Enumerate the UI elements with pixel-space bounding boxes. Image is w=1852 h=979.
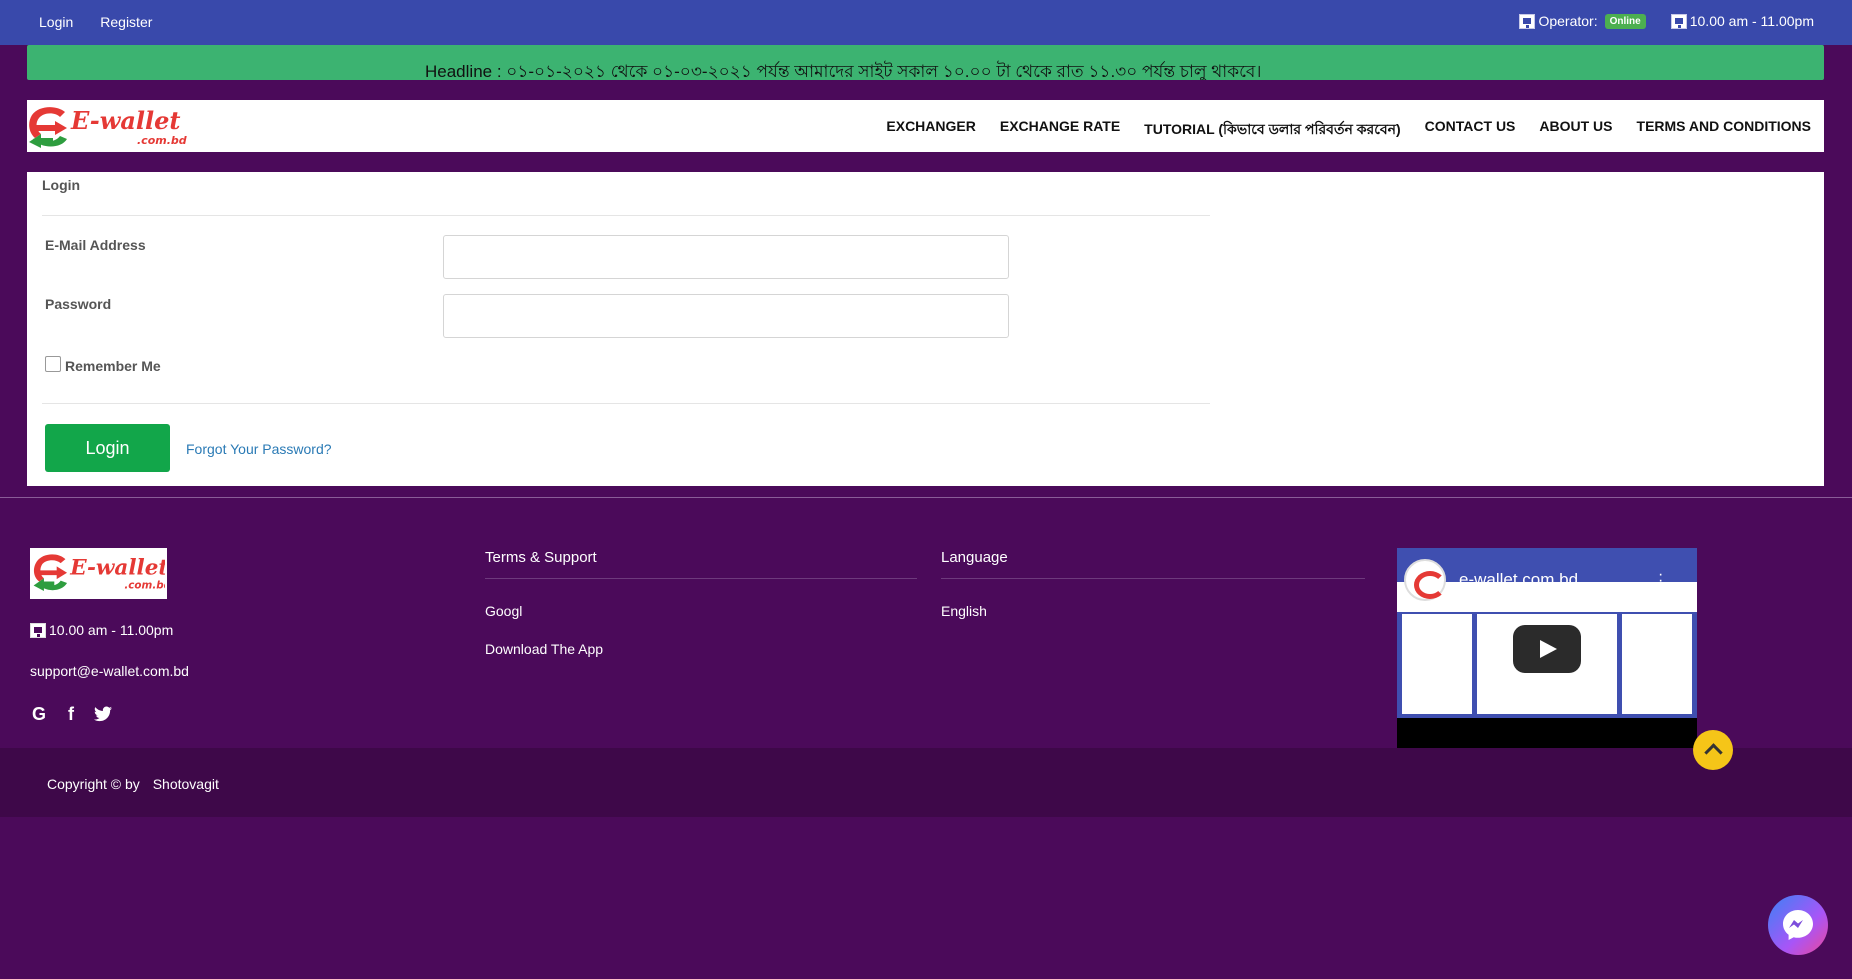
- google-icon[interactable]: G: [30, 704, 48, 724]
- password-label: Password: [45, 296, 112, 312]
- scroll-to-top-button[interactable]: [1693, 730, 1733, 770]
- youtube-video-embed[interactable]: e-wallet.com.bd · · ·: [1397, 548, 1697, 748]
- language-heading: Language: [941, 549, 1008, 566]
- nav-item-tutorial[interactable]: TUTORIAL (কিভাবে ডলার পরিবর্তন করবেন): [1144, 118, 1400, 142]
- headline-marquee: Headline : ০১-০১-২০২১ থেকে ০১-০৩-২০২১ পর…: [27, 45, 1824, 80]
- footer-divider: [0, 497, 1852, 498]
- copyright-text: Copyright © by Shotovagit: [47, 776, 219, 792]
- svg-text:.com.bd: .com.bd: [124, 580, 165, 592]
- footer-email[interactable]: support@e-wallet.com.bd: [30, 663, 189, 679]
- messenger-icon: [1783, 910, 1813, 940]
- computer-icon: [30, 622, 46, 638]
- video-title[interactable]: e-wallet.com.bd: [1459, 570, 1578, 590]
- forgot-password-link[interactable]: Forgot Your Password?: [186, 441, 332, 457]
- footer-hours: 10.00 am - 11.00pm: [30, 622, 173, 638]
- copyright-bar: [0, 748, 1852, 817]
- terms-support-column: Terms & Support Googl Download The App: [485, 549, 917, 657]
- more-options-icon[interactable]: · · ·: [1658, 567, 1663, 595]
- e-wallet-logo-icon: E-wallet .com.bd: [33, 554, 165, 592]
- messenger-chat-button[interactable]: [1768, 895, 1828, 955]
- working-hours: 10.00 am - 11.00pm: [1670, 13, 1814, 29]
- nav-item-exchange-rate[interactable]: EXCHANGE RATE: [1000, 118, 1120, 142]
- nav-item-terms[interactable]: TERMS AND CONDITIONS: [1637, 118, 1811, 142]
- footer-hours-text: 10.00 am - 11.00pm: [49, 622, 174, 638]
- login-link[interactable]: Login: [39, 14, 73, 30]
- operator-label: Operator:: [1538, 13, 1598, 29]
- footer-logo[interactable]: E-wallet .com.bd: [30, 548, 167, 599]
- topbar-status: Operator: Online 10.00 am - 11.00pm: [1519, 13, 1814, 29]
- copyright-owner[interactable]: Shotovagit: [153, 776, 219, 792]
- divider: [42, 403, 1210, 404]
- terms-support-heading: Terms & Support: [485, 549, 597, 566]
- remember-me-checkbox[interactable]: [45, 356, 61, 372]
- divider: [941, 578, 1365, 579]
- nav-item-exchanger[interactable]: EXCHANGER: [886, 118, 975, 142]
- login-card: Login E-Mail Address Password Remember M…: [27, 172, 1824, 486]
- register-link[interactable]: Register: [100, 14, 152, 30]
- svg-text:.com.bd: .com.bd: [137, 134, 187, 147]
- nav-item-about-us[interactable]: ABOUT US: [1539, 118, 1612, 142]
- operator-status: Operator: Online: [1519, 13, 1646, 29]
- footer-link-googl[interactable]: Googl: [485, 603, 917, 619]
- email-field[interactable]: [443, 235, 1009, 279]
- language-column: Language English: [941, 549, 1365, 619]
- divider: [42, 215, 1210, 216]
- headline-label: Headline :: [425, 62, 502, 80]
- twitter-icon[interactable]: [94, 704, 112, 724]
- headline-text: Headline : ০১-০১-২০২১ থেকে ০১-০৩-২০২১ পর…: [425, 59, 1261, 80]
- site-logo[interactable]: E-wallet .com.bd: [27, 103, 194, 149]
- hours-text: 10.00 am - 11.00pm: [1689, 13, 1814, 29]
- play-icon[interactable]: [1513, 625, 1581, 673]
- footer-link-download-app[interactable]: Download The App: [485, 641, 917, 657]
- login-title: Login: [42, 177, 81, 193]
- remember-me: Remember Me: [45, 356, 161, 374]
- nav-item-contact-us[interactable]: CONTACT US: [1425, 118, 1516, 142]
- svg-text:E-wallet: E-wallet: [70, 106, 181, 135]
- e-wallet-logo-icon: E-wallet .com.bd: [29, 106, 187, 148]
- password-field[interactable]: [443, 294, 1009, 338]
- nav-menu: EXCHANGER EXCHANGE RATE TUTORIAL (কিভাবে…: [886, 118, 1811, 142]
- email-label: E-Mail Address: [45, 237, 146, 253]
- channel-avatar[interactable]: [1404, 559, 1446, 601]
- copyright-label: Copyright © by: [47, 776, 140, 792]
- headline-message: ০১-০১-২০২১ থেকে ০১-০৩-২০২১ পর্যন্ত আমাদে…: [506, 62, 1262, 80]
- computer-icon: [1670, 13, 1687, 29]
- language-link-english[interactable]: English: [941, 603, 1365, 619]
- login-button[interactable]: Login: [45, 424, 170, 472]
- remember-me-label: Remember Me: [65, 358, 161, 374]
- top-bar: Login Register Operator: Online 10.00 am…: [0, 0, 1852, 45]
- online-badge: Online: [1604, 13, 1646, 29]
- divider: [485, 578, 917, 579]
- auth-links: Login Register: [39, 14, 152, 30]
- main-navbar: E-wallet .com.bd EXCHANGER EXCHANGE RATE…: [27, 100, 1824, 152]
- social-links: G f: [30, 704, 112, 724]
- computer-icon: [1519, 13, 1536, 29]
- svg-text:E-wallet: E-wallet: [69, 555, 165, 580]
- facebook-icon[interactable]: f: [62, 704, 80, 724]
